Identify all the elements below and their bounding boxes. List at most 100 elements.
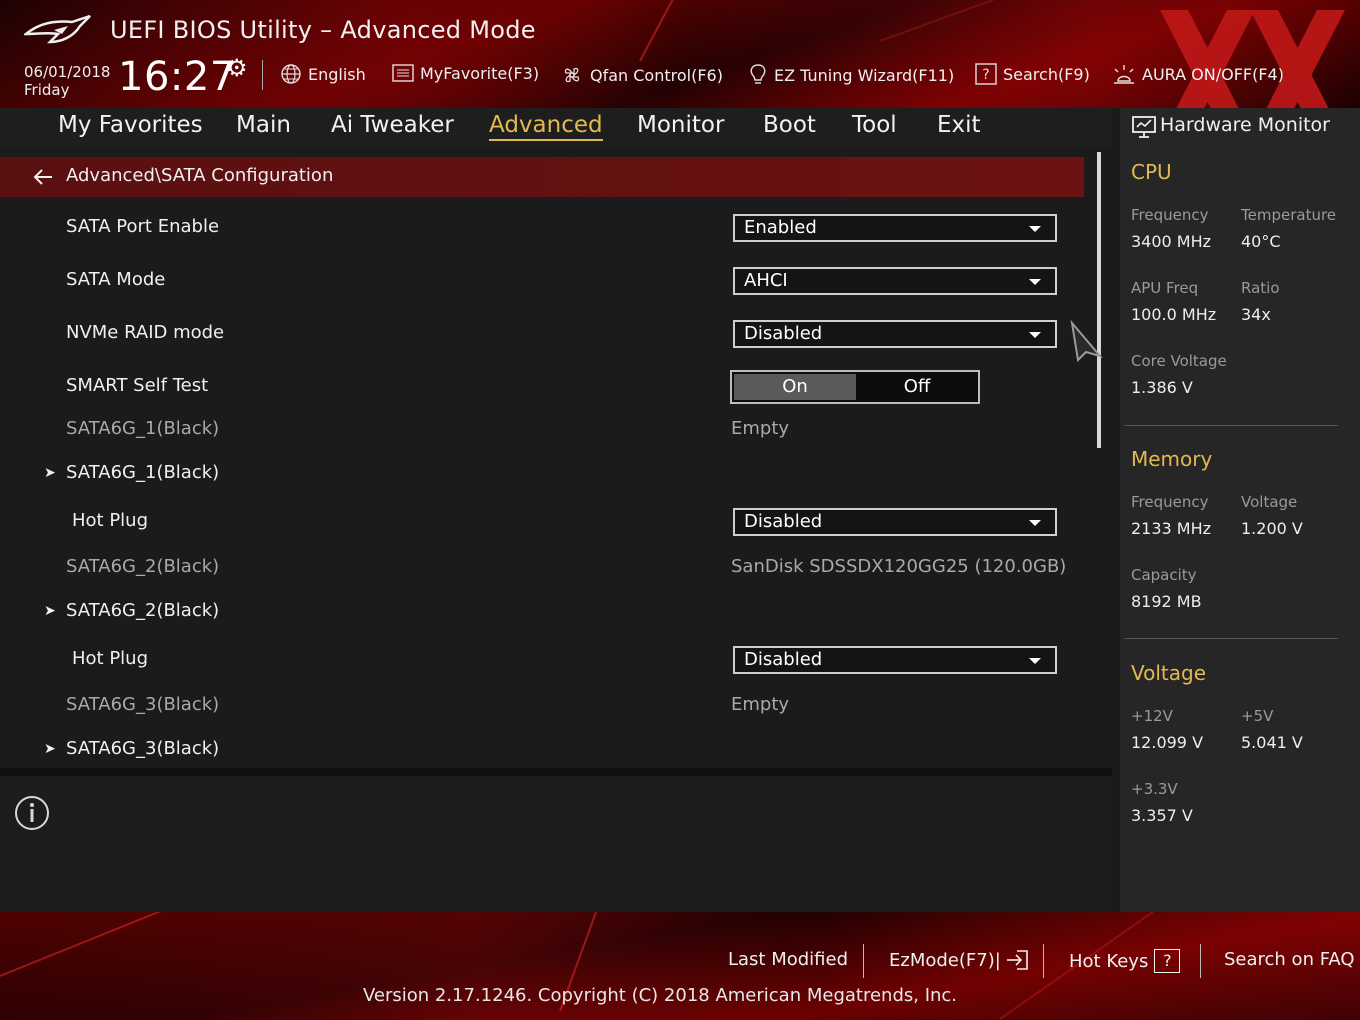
fan-icon: [564, 67, 580, 83]
qfan-control-button[interactable]: Qfan Control(F6): [560, 63, 723, 87]
nvme-raid-mode-value: Disabled: [744, 323, 823, 344]
v33-label: +3.3V: [1131, 780, 1178, 798]
ez-tuning-wizard-button[interactable]: EZ Tuning Wizard(F11): [748, 63, 954, 87]
tab-main[interactable]: Main: [236, 112, 291, 138]
core-voltage-value: 1.386 V: [1131, 378, 1193, 397]
cpu-heading: CPU: [1131, 160, 1172, 184]
qfan-control-label: Qfan Control(F6): [590, 65, 723, 85]
v5-label: +5V: [1241, 707, 1274, 725]
sata-port-enable-select[interactable]: Enabled: [733, 214, 1057, 242]
port3-info-label: SATA6G_3(Black): [66, 694, 220, 715]
toggle-off-option[interactable]: Off: [856, 374, 978, 400]
myfavorite-label: MyFavorite(F3): [420, 63, 540, 83]
search-label: Search(F9): [1003, 64, 1090, 84]
port1-submenu[interactable]: SATA6G_1(Black): [66, 462, 219, 483]
hot-keys-button[interactable]: Hot Keys ?: [1069, 949, 1181, 973]
port2-hotplug-select[interactable]: Disabled: [733, 646, 1057, 674]
v12-value: 12.099 V: [1131, 733, 1204, 752]
cpu-temperature-label: Temperature: [1241, 206, 1337, 224]
breadcrumb: Advanced\SATA Configuration: [66, 165, 334, 186]
tab-my-favorites[interactable]: My Favorites: [58, 112, 203, 138]
hw-divider: [1124, 425, 1338, 426]
last-modified-button[interactable]: Last Modified: [728, 949, 848, 970]
voltage-heading: Voltage: [1131, 661, 1207, 685]
sata-mode-value: AHCI: [744, 270, 788, 291]
question-box-icon: ?: [975, 63, 997, 85]
apu-freq-value: 100.0 MHz: [1131, 305, 1217, 324]
footer-separator: [863, 944, 864, 978]
ezmode-button[interactable]: EzMode(F7)|: [889, 949, 1029, 971]
memory-frequency-label: Frequency: [1131, 493, 1209, 511]
memory-voltage-label: Voltage: [1241, 493, 1298, 511]
port2-hotplug-value: Disabled: [744, 649, 823, 670]
tab-advanced[interactable]: Advanced: [489, 112, 603, 141]
tab-ai-tweaker[interactable]: Ai Tweaker: [331, 112, 454, 138]
tab-tool[interactable]: Tool: [852, 112, 897, 138]
hw-divider: [1124, 638, 1338, 639]
footer-separator: [1200, 944, 1201, 978]
apu-freq-label: APU Freq: [1131, 279, 1199, 297]
aura-button[interactable]: AURA ON/OFF(F4): [1112, 63, 1284, 85]
dropdown-caret-icon: [1029, 226, 1041, 232]
search-faq-label: Search on FAQ: [1224, 949, 1355, 970]
cpu-frequency-label: Frequency: [1131, 206, 1209, 224]
port2-info-label: SATA6G_2(Black): [66, 556, 220, 577]
ez-tuning-wizard-label: EZ Tuning Wizard(F11): [774, 65, 955, 85]
app-title: UEFI BIOS Utility – Advanced Mode: [110, 16, 536, 44]
hardware-monitor-title: Hardware Monitor: [1160, 114, 1330, 136]
back-arrow-icon[interactable]: [32, 165, 54, 189]
v33-value: 3.357 V: [1131, 806, 1193, 825]
language-label: English: [308, 64, 366, 84]
help-panel: [0, 776, 1112, 912]
cpu-frequency-value: 3400 MHz: [1131, 232, 1212, 251]
tab-monitor[interactable]: Monitor: [637, 112, 724, 138]
sata-port-enable-label: SATA Port Enable: [66, 216, 220, 237]
sata-port-enable-value: Enabled: [744, 217, 817, 238]
svg-text:?: ?: [982, 67, 989, 83]
help-divider: [0, 768, 1112, 776]
smart-self-test-toggle[interactable]: On Off: [730, 370, 980, 404]
rog-logo-icon: [24, 14, 91, 44]
tab-boot[interactable]: Boot: [763, 112, 816, 138]
toggle-on-option[interactable]: On: [734, 374, 856, 400]
toolbar-separator: [262, 60, 263, 90]
last-modified-label: Last Modified: [728, 949, 849, 970]
tab-exit[interactable]: Exit: [937, 112, 981, 138]
ratio-value: 34x: [1241, 305, 1271, 324]
question-box-icon: ?: [1154, 949, 1181, 973]
search-faq-button[interactable]: Search on FAQ: [1224, 949, 1355, 970]
footer-separator: [1043, 944, 1044, 978]
language-button[interactable]: English: [280, 63, 366, 85]
globe-icon: [281, 64, 301, 84]
scrollbar[interactable]: [1097, 152, 1101, 448]
core-voltage-label: Core Voltage: [1131, 352, 1227, 370]
memory-capacity-value: 8192 MB: [1131, 592, 1202, 611]
clock-display: 16:27: [118, 54, 236, 100]
port1-info-label: SATA6G_1(Black): [66, 418, 220, 439]
dropdown-caret-icon: [1029, 520, 1041, 526]
info-icon: [15, 796, 49, 830]
memory-capacity-label: Capacity: [1131, 566, 1197, 584]
gear-icon[interactable]: ⚙: [226, 54, 248, 82]
port1-hotplug-select[interactable]: Disabled: [733, 508, 1057, 536]
port2-submenu[interactable]: SATA6G_2(Black): [66, 600, 219, 621]
sata-mode-select[interactable]: AHCI: [733, 267, 1057, 295]
search-button[interactable]: ? Search(F9): [975, 63, 1090, 85]
aura-label: AURA ON/OFF(F4): [1142, 64, 1284, 84]
cpu-temperature-value: 40°C: [1241, 232, 1281, 251]
day-text: Friday: [24, 81, 70, 99]
port3-submenu[interactable]: SATA6G_3(Black): [66, 738, 219, 759]
nvme-raid-mode-select[interactable]: Disabled: [733, 320, 1057, 348]
v12-label: +12V: [1131, 707, 1173, 725]
bulb-icon: [750, 64, 766, 84]
port3-info-value: Empty: [731, 694, 790, 715]
v5-value: 5.041 V: [1241, 733, 1303, 752]
chevron-right-icon: ➤: [44, 603, 56, 619]
dropdown-caret-icon: [1029, 658, 1041, 664]
myfavorite-button[interactable]: MyFavorite(F3): [392, 63, 539, 83]
exit-arrow-icon: [1006, 950, 1028, 970]
aura-icon: [1114, 65, 1134, 84]
version-text: Version 2.17.1246. Copyright (C) 2018 Am…: [362, 985, 958, 1006]
ratio-label: Ratio: [1241, 279, 1280, 297]
memory-voltage-value: 1.200 V: [1241, 519, 1303, 538]
